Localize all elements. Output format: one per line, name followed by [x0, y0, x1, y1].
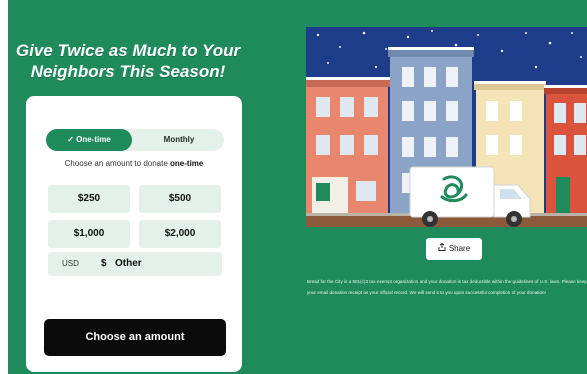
donation-page: Give Twice as Much to Your Neighbors Thi…	[8, 0, 587, 374]
donation-form-card: ✓ One-time Monthly Choose an amount to d…	[26, 96, 242, 372]
one-time-option[interactable]: ✓ One-time	[46, 129, 132, 151]
amount-option[interactable]: $500	[139, 185, 221, 213]
amount-prompt-emphasis: one-time	[170, 159, 204, 168]
amount-option[interactable]: $2,000	[139, 220, 221, 248]
page-headline: Give Twice as Much to Your Neighbors Thi…	[15, 41, 241, 81]
share-icon	[438, 238, 446, 260]
other-amount-field[interactable]: USD $ Other	[48, 252, 222, 276]
dollar-sign: $	[101, 258, 107, 269]
share-button[interactable]: Share	[426, 238, 482, 260]
monthly-option[interactable]: Monthly	[134, 129, 224, 151]
building-red-left	[306, 79, 390, 215]
currency-label: USD	[62, 259, 79, 268]
share-label: Share	[448, 244, 471, 254]
building-red-right	[544, 87, 587, 215]
amount-option[interactable]: $1,000	[48, 220, 130, 248]
other-amount-input[interactable]: Other	[115, 252, 142, 276]
city-street-illustration	[306, 27, 587, 227]
amount-prompt-text: Choose an amount to donate	[64, 159, 171, 168]
tax-disclaimer: Bread for the City is a 501(c)3 tax-exem…	[307, 279, 587, 295]
amount-prompt: Choose an amount to donate one-time	[26, 159, 242, 168]
frequency-toggle: ✓ One-time Monthly	[46, 129, 224, 151]
choose-amount-button[interactable]: Choose an amount	[44, 319, 226, 356]
amount-option[interactable]: $250	[48, 185, 130, 213]
